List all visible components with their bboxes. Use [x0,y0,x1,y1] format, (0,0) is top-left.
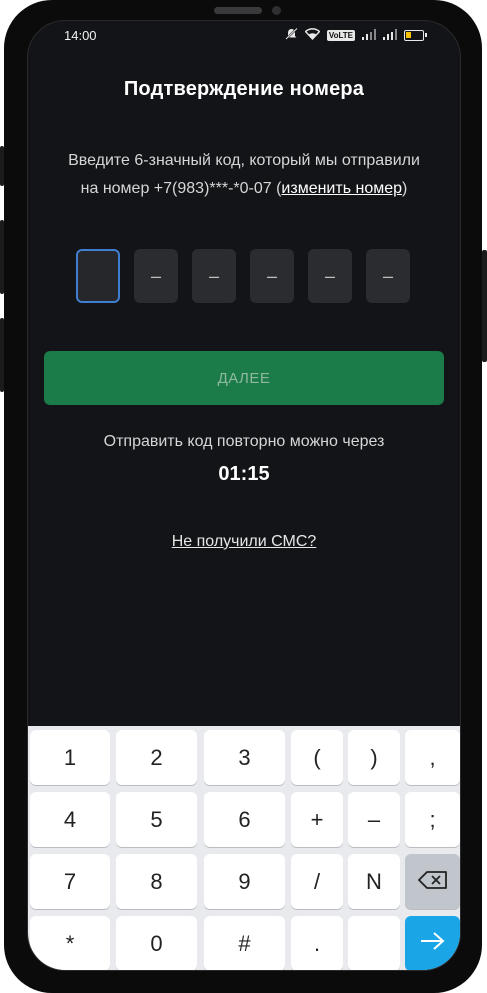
change-number-link[interactable]: изменить номер [281,180,402,197]
next-button[interactable]: ДАЛЕЕ [44,351,444,405]
key-9[interactable]: 9 [204,854,285,909]
status-bar: 14:00 VoLTE [28,21,460,49]
key-slash[interactable]: / [291,854,343,909]
key-1[interactable]: 1 [30,730,110,785]
key-asterisk[interactable]: * [30,916,110,970]
power-button [482,250,487,362]
wifi-icon [304,28,321,42]
key-8[interactable]: 8 [116,854,197,909]
mute-icon [285,27,298,42]
key-2[interactable]: 2 [116,730,197,785]
phone-number-text: на номер +7(983)***-*0-07 ( [80,180,282,197]
signal-icon [362,28,376,42]
volte-icon: VoLTE [326,29,355,41]
code-input-row: – – – – – [76,249,410,303]
resend-info: Отправить код повторно можно через [103,433,385,450]
front-camera [272,6,281,15]
key-comma[interactable]: , [405,730,460,785]
page-title: Подтверждение номера [123,78,365,100]
backspace-icon [417,869,448,895]
arrow-right-icon [419,931,447,957]
key-plus[interactable]: + [291,792,343,847]
code-cell[interactable]: – [308,249,352,303]
key-open-paren[interactable]: ( [291,730,343,785]
key-0[interactable]: 0 [116,916,197,970]
key-minus[interactable]: – [348,792,400,847]
code-cell[interactable]: – [366,249,410,303]
speaker-grille [214,7,262,14]
key-3[interactable]: 3 [204,730,285,785]
status-icons: VoLTE [285,27,427,42]
key-hash[interactable]: # [204,916,285,970]
instruction-text: Введите 6-значный код, который мы отправ… [40,147,448,203]
key-space[interactable] [348,916,400,970]
code-cell[interactable]: – [134,249,178,303]
backspace-key[interactable] [405,854,460,909]
no-sms-link[interactable]: Не получили СМС? [28,533,460,551]
key-semicolon[interactable]: ; [405,792,460,847]
key-5[interactable]: 5 [116,792,197,847]
signal-icon [383,28,397,42]
key-6[interactable]: 6 [204,792,285,847]
enter-key[interactable] [405,916,460,970]
key-4[interactable]: 4 [30,792,110,847]
phone-frame: 14:00 VoLTE Подтверждение номера Введите… [0,0,487,993]
status-time: 14:00 [64,28,97,43]
key-n[interactable]: N [348,854,400,909]
instruction-line-1: Введите 6-значный код, который мы отправ… [68,152,420,169]
code-cell[interactable] [76,249,120,303]
battery-icon [404,29,427,41]
key-7[interactable]: 7 [30,854,110,909]
numeric-keyboard: 1 2 3 ( ) , 4 5 6 + – ; 7 8 9 / N * 0 # … [28,726,460,970]
key-period[interactable]: . [291,916,343,970]
instruction-line-2: на номер +7(983)***-*0-07 (изменить номе… [40,175,448,203]
closing-paren: ) [402,180,408,197]
code-cell[interactable]: – [192,249,236,303]
resend-timer: 01:15 [218,463,270,485]
app-screen: 14:00 VoLTE Подтверждение номера Введите… [27,20,461,971]
code-cell[interactable]: – [250,249,294,303]
key-close-paren[interactable]: ) [348,730,400,785]
